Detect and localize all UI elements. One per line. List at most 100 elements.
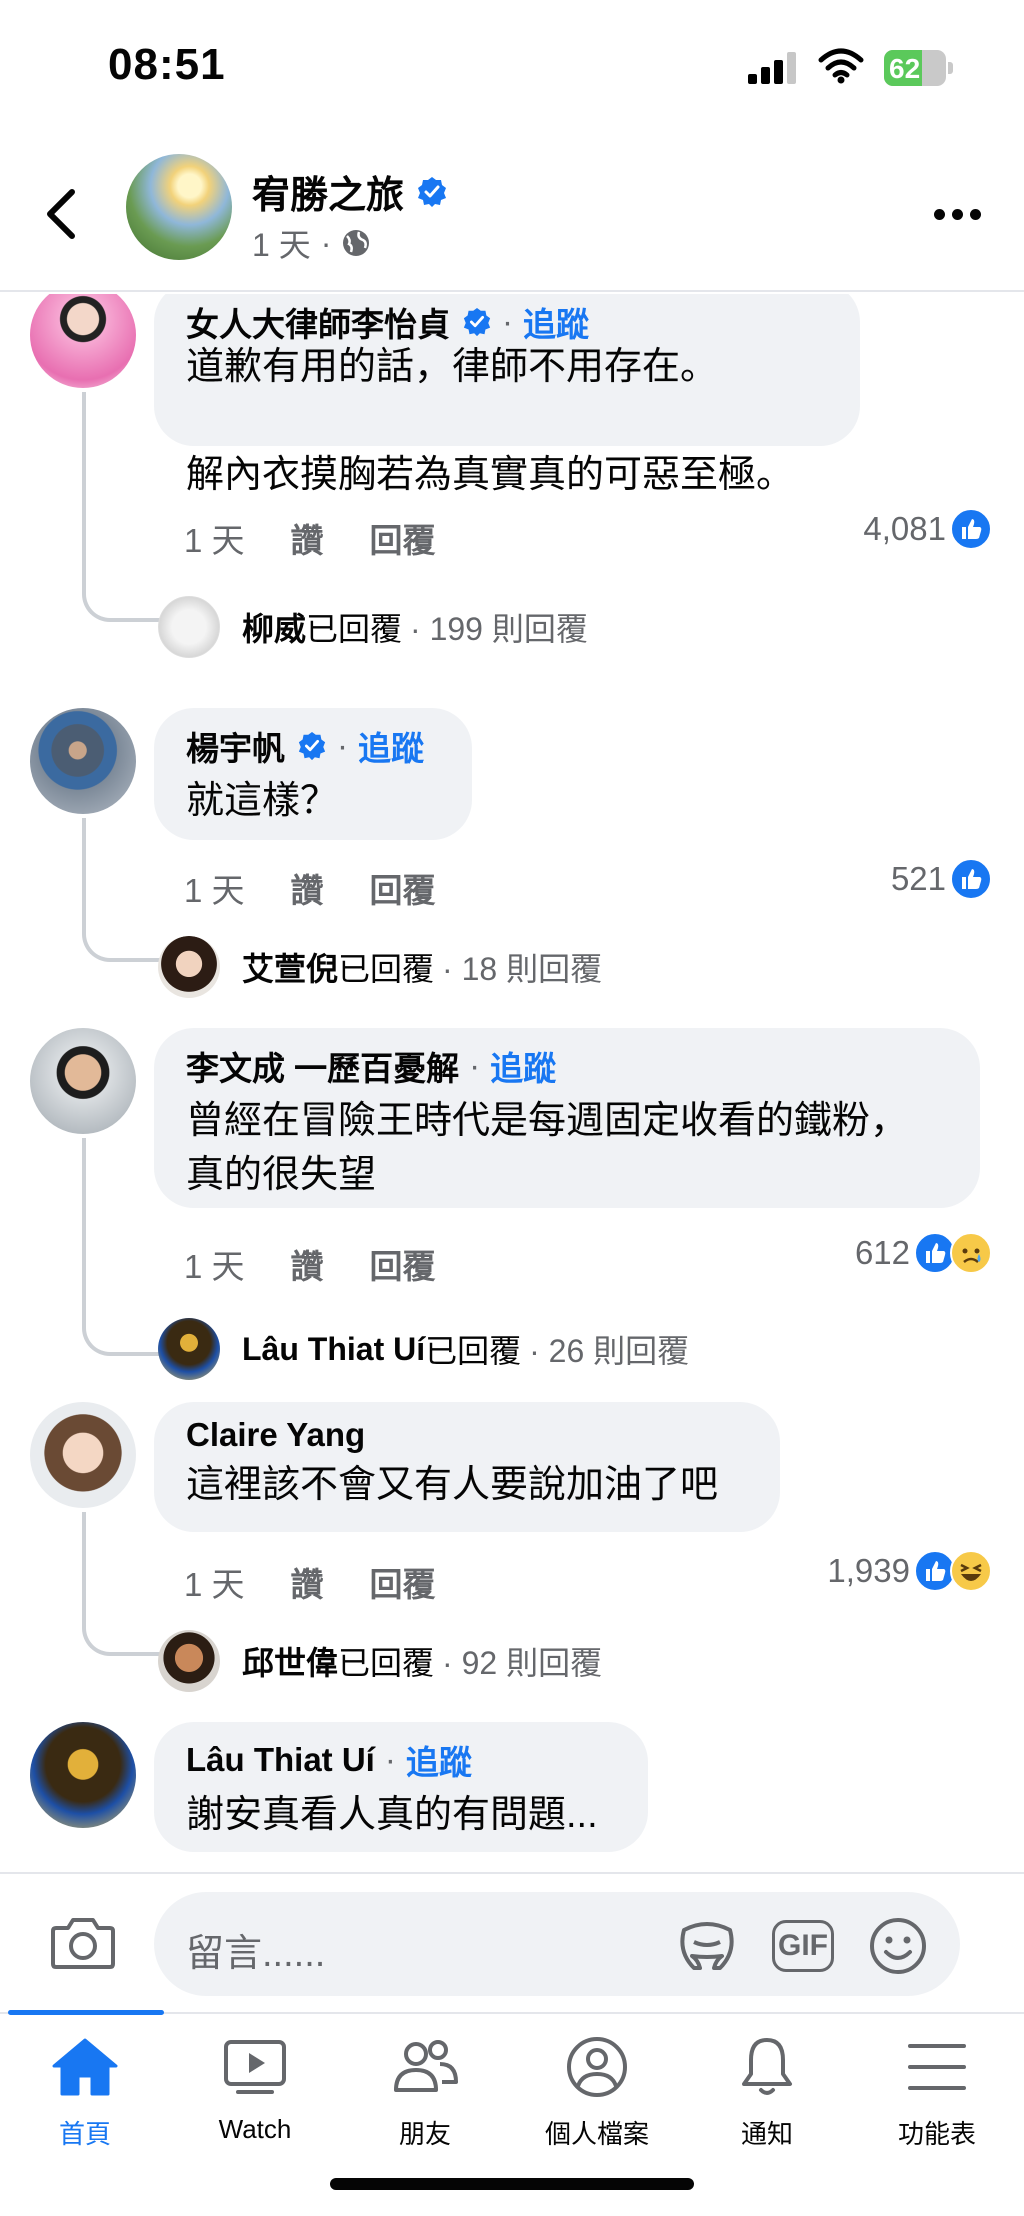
verified-badge-icon — [463, 307, 491, 337]
comment-bubble[interactable]: 李文成 一歷百憂解 · 追蹤 曾經在冒險王時代是每週固定收看的鐵粉， 真的很失望 — [154, 1028, 980, 1208]
follow-button[interactable]: 追蹤 — [406, 1736, 472, 1784]
comment-actions: 1 天 讚 回覆 — [184, 1240, 436, 1288]
comment-avatar[interactable] — [30, 1402, 136, 1508]
reaction-count: 521 — [890, 860, 946, 897]
like-button[interactable]: 讚 — [291, 1240, 324, 1288]
comment-author[interactable]: 楊宇帆 — [186, 722, 285, 770]
like-button[interactable]: 讚 — [291, 1558, 324, 1606]
reply-author: 邱世偉 — [242, 1645, 339, 1681]
home-icon — [52, 2038, 118, 2096]
post-header: 宥勝之旅 1 天 · — [0, 140, 1024, 292]
thread-line — [82, 392, 162, 622]
menu-icon — [908, 2044, 966, 2090]
comment-text: 謝安真看人真的有問題... — [186, 1794, 598, 1836]
reaction-summary[interactable]: 1,939 — [827, 1550, 992, 1592]
tab-friends[interactable]: 朋友 — [340, 2036, 510, 2149]
follow-button[interactable]: 追蹤 — [490, 1042, 556, 1090]
home-indicator[interactable] — [330, 2178, 694, 2190]
comment-time: 1 天 — [184, 522, 245, 559]
emoji-icon[interactable] — [868, 1916, 928, 1976]
reply-author: Lâu Thiat Uí — [242, 1330, 426, 1367]
meta-separator: · — [320, 224, 332, 261]
reply-button[interactable]: 回覆 — [370, 514, 436, 562]
sticker-icon[interactable] — [676, 1918, 738, 1974]
reply-count: · 199 則回覆 — [410, 611, 588, 647]
reaction-summary[interactable]: 521 — [891, 858, 992, 900]
like-button[interactable]: 讚 — [291, 514, 324, 562]
tab-label: Watch — [218, 2114, 292, 2144]
comment-time: 1 天 — [184, 872, 245, 909]
like-reaction-icon — [950, 508, 992, 550]
comments-feed[interactable]: 女人大律師李怡貞 · 追蹤 道歉有用的話，律師不用存在。 解內衣摸胸若為真實真的… — [0, 294, 1024, 1872]
comment-author-row: 李文成 一歷百憂解 · 追蹤 — [186, 1042, 948, 1090]
comment-time: 1 天 — [184, 1248, 245, 1285]
reply-preview[interactable]: Lâu Thiat Uí 已回覆 · 26 則回覆 — [158, 1318, 689, 1380]
reply-count: · 18 則回覆 — [442, 951, 603, 987]
comment-input-placeholder: 留言...... — [186, 1933, 326, 1975]
tab-menu[interactable]: 功能表 — [852, 2036, 1022, 2149]
signal-icon — [748, 52, 798, 84]
page-name[interactable]: 宥勝之旅 — [252, 164, 448, 219]
comment-avatar[interactable] — [30, 708, 136, 814]
reply-replied-label: 已回覆 — [338, 1645, 435, 1681]
bell-icon — [742, 2038, 792, 2095]
tab-home[interactable]: 首頁 — [0, 2036, 170, 2149]
comment-bubble[interactable]: Lâu Thiat Uí · 追蹤 謝安真看人真的有問題... — [154, 1722, 648, 1852]
reply-replied-label: 已回覆 — [425, 1333, 522, 1369]
tab-profile[interactable]: 個人檔案 — [512, 2036, 682, 2149]
comment-bubble[interactable]: 楊宇帆 · 追蹤 就這樣？ — [154, 708, 472, 840]
camera-icon[interactable] — [50, 1914, 116, 1970]
reply-button[interactable]: 回覆 — [370, 864, 436, 912]
reply-preview[interactable]: 艾萱倪 已回覆 · 18 則回覆 — [158, 936, 602, 998]
comment-time: 1 天 — [184, 1566, 245, 1603]
reply-button[interactable]: 回覆 — [370, 1558, 436, 1606]
profile-icon — [567, 2037, 627, 2097]
gif-button[interactable]: GIF — [772, 1920, 834, 1972]
comment-author-row: 楊宇帆 · 追蹤 — [186, 722, 440, 770]
reply-preview[interactable]: 柳威 已回覆 · 199 則回覆 — [158, 596, 588, 658]
dot-separator: · — [502, 303, 513, 340]
like-button[interactable]: 讚 — [291, 864, 324, 912]
reply-avatar — [158, 936, 220, 998]
like-reaction-icon — [950, 858, 992, 900]
comment-text: 曾經在冒險王時代是每週固定收看的鐵粉， 真的很失望 — [186, 1100, 909, 1196]
back-button[interactable] — [40, 184, 84, 244]
reply-avatar — [158, 1318, 220, 1380]
dot-separator: · — [337, 727, 348, 764]
comment-author-row: Claire Yang — [186, 1416, 748, 1454]
reaction-summary[interactable]: 4,081 — [863, 508, 992, 550]
comment-author[interactable]: Lâu Thiat Uí — [186, 1741, 375, 1779]
comment-author[interactable]: Claire Yang — [186, 1416, 365, 1454]
haha-reaction-icon — [950, 1550, 992, 1592]
page-name-text[interactable]: 宥勝之旅 — [252, 164, 404, 219]
reply-avatar — [158, 1630, 220, 1692]
dot-separator: · — [469, 1047, 481, 1084]
reaction-summary[interactable]: 612 — [855, 1232, 992, 1274]
follow-button[interactable]: 追蹤 — [358, 722, 424, 770]
reply-count: · 26 則回覆 — [529, 1333, 690, 1369]
status-time: 08:51 — [108, 40, 226, 89]
follow-button[interactable]: 追蹤 — [523, 298, 589, 346]
comment-text: 這裡該不會又有人要說加油了吧 — [186, 1464, 719, 1506]
more-options-button[interactable] — [934, 200, 986, 228]
status-bar: 08:51 62 — [0, 0, 1024, 140]
comment-author[interactable]: 女人大律師李怡貞 — [186, 298, 450, 346]
comment-bubble[interactable]: Claire Yang 這裡該不會又有人要說加油了吧 — [154, 1402, 780, 1532]
comment-avatar[interactable] — [30, 294, 136, 388]
comment-author[interactable]: 李文成 一歷百憂解 — [186, 1042, 459, 1090]
comment-avatar[interactable] — [30, 1722, 136, 1828]
comment-input[interactable]: 留言...... GIF — [154, 1892, 960, 1996]
reply-preview[interactable]: 邱世偉 已回覆 · 92 則回覆 — [158, 1630, 602, 1692]
post-meta: 1 天 · — [252, 220, 371, 266]
tab-label: 個人檔案 — [544, 2119, 649, 2149]
tab-watch[interactable]: Watch — [170, 2036, 340, 2146]
reply-button[interactable]: 回覆 — [370, 1240, 436, 1288]
comment-author-row: Lâu Thiat Uí · 追蹤 — [186, 1736, 616, 1784]
reply-author: 柳威 — [242, 611, 307, 647]
comment-avatar[interactable] — [30, 1028, 136, 1134]
reaction-count: 612 — [854, 1234, 910, 1271]
page-avatar[interactable] — [126, 154, 232, 260]
tab-notifications[interactable]: 通知 — [682, 2036, 852, 2149]
dot-separator: · — [384, 1741, 396, 1778]
comment-actions: 1 天 讚 回覆 — [184, 1558, 436, 1606]
